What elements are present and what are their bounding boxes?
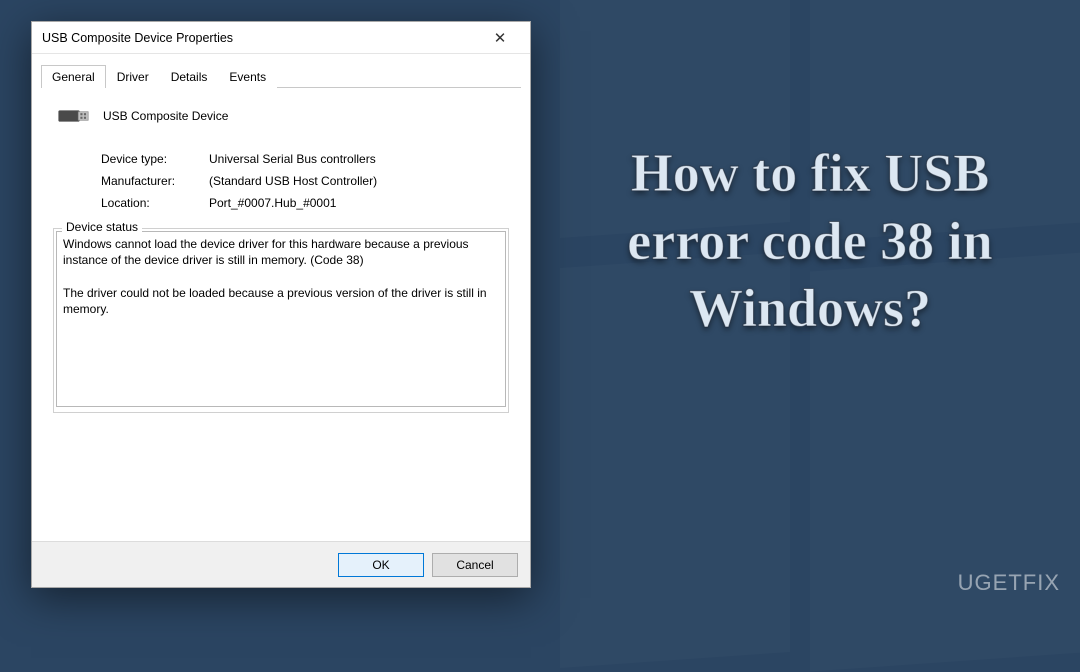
location-label: Location: — [101, 196, 209, 210]
device-status-group: Device status — [53, 228, 509, 413]
tab-general[interactable]: General — [41, 65, 106, 88]
manufacturer-value: (Standard USB Host Controller) — [209, 174, 509, 188]
watermark: UGETFIX — [958, 570, 1060, 596]
close-icon: ✕ — [494, 29, 507, 47]
info-row-device-type: Device type: Universal Serial Bus contro… — [101, 152, 509, 166]
tab-driver[interactable]: Driver — [106, 65, 160, 88]
tab-events[interactable]: Events — [218, 65, 277, 88]
cancel-button[interactable]: Cancel — [432, 553, 518, 577]
device-info: Device type: Universal Serial Bus contro… — [101, 152, 509, 210]
page-headline: How to fix USB error code 38 in Windows? — [570, 140, 1050, 343]
tab-details[interactable]: Details — [160, 65, 219, 88]
close-button[interactable]: ✕ — [480, 22, 520, 53]
info-row-manufacturer: Manufacturer: (Standard USB Host Control… — [101, 174, 509, 188]
tab-content-general: USB Composite Device Device type: Univer… — [41, 88, 521, 541]
location-value: Port_#0007.Hub_#0001 — [209, 196, 509, 210]
tab-strip: General Driver Details Events — [41, 64, 521, 88]
device-status-text[interactable] — [56, 231, 506, 407]
manufacturer-label: Manufacturer: — [101, 174, 209, 188]
titlebar: USB Composite Device Properties ✕ — [32, 22, 530, 54]
properties-dialog: USB Composite Device Properties ✕ Genera… — [31, 21, 531, 588]
device-type-label: Device type: — [101, 152, 209, 166]
info-row-location: Location: Port_#0007.Hub_#0001 — [101, 196, 509, 210]
dialog-button-row: OK Cancel — [32, 541, 530, 587]
device-type-value: Universal Serial Bus controllers — [209, 152, 509, 166]
ok-button[interactable]: OK — [338, 553, 424, 577]
device-name: USB Composite Device — [103, 109, 228, 123]
dialog-title: USB Composite Device Properties — [42, 31, 480, 45]
usb-device-icon — [57, 102, 91, 130]
device-header: USB Composite Device — [53, 102, 509, 130]
device-status-label: Device status — [62, 220, 142, 234]
